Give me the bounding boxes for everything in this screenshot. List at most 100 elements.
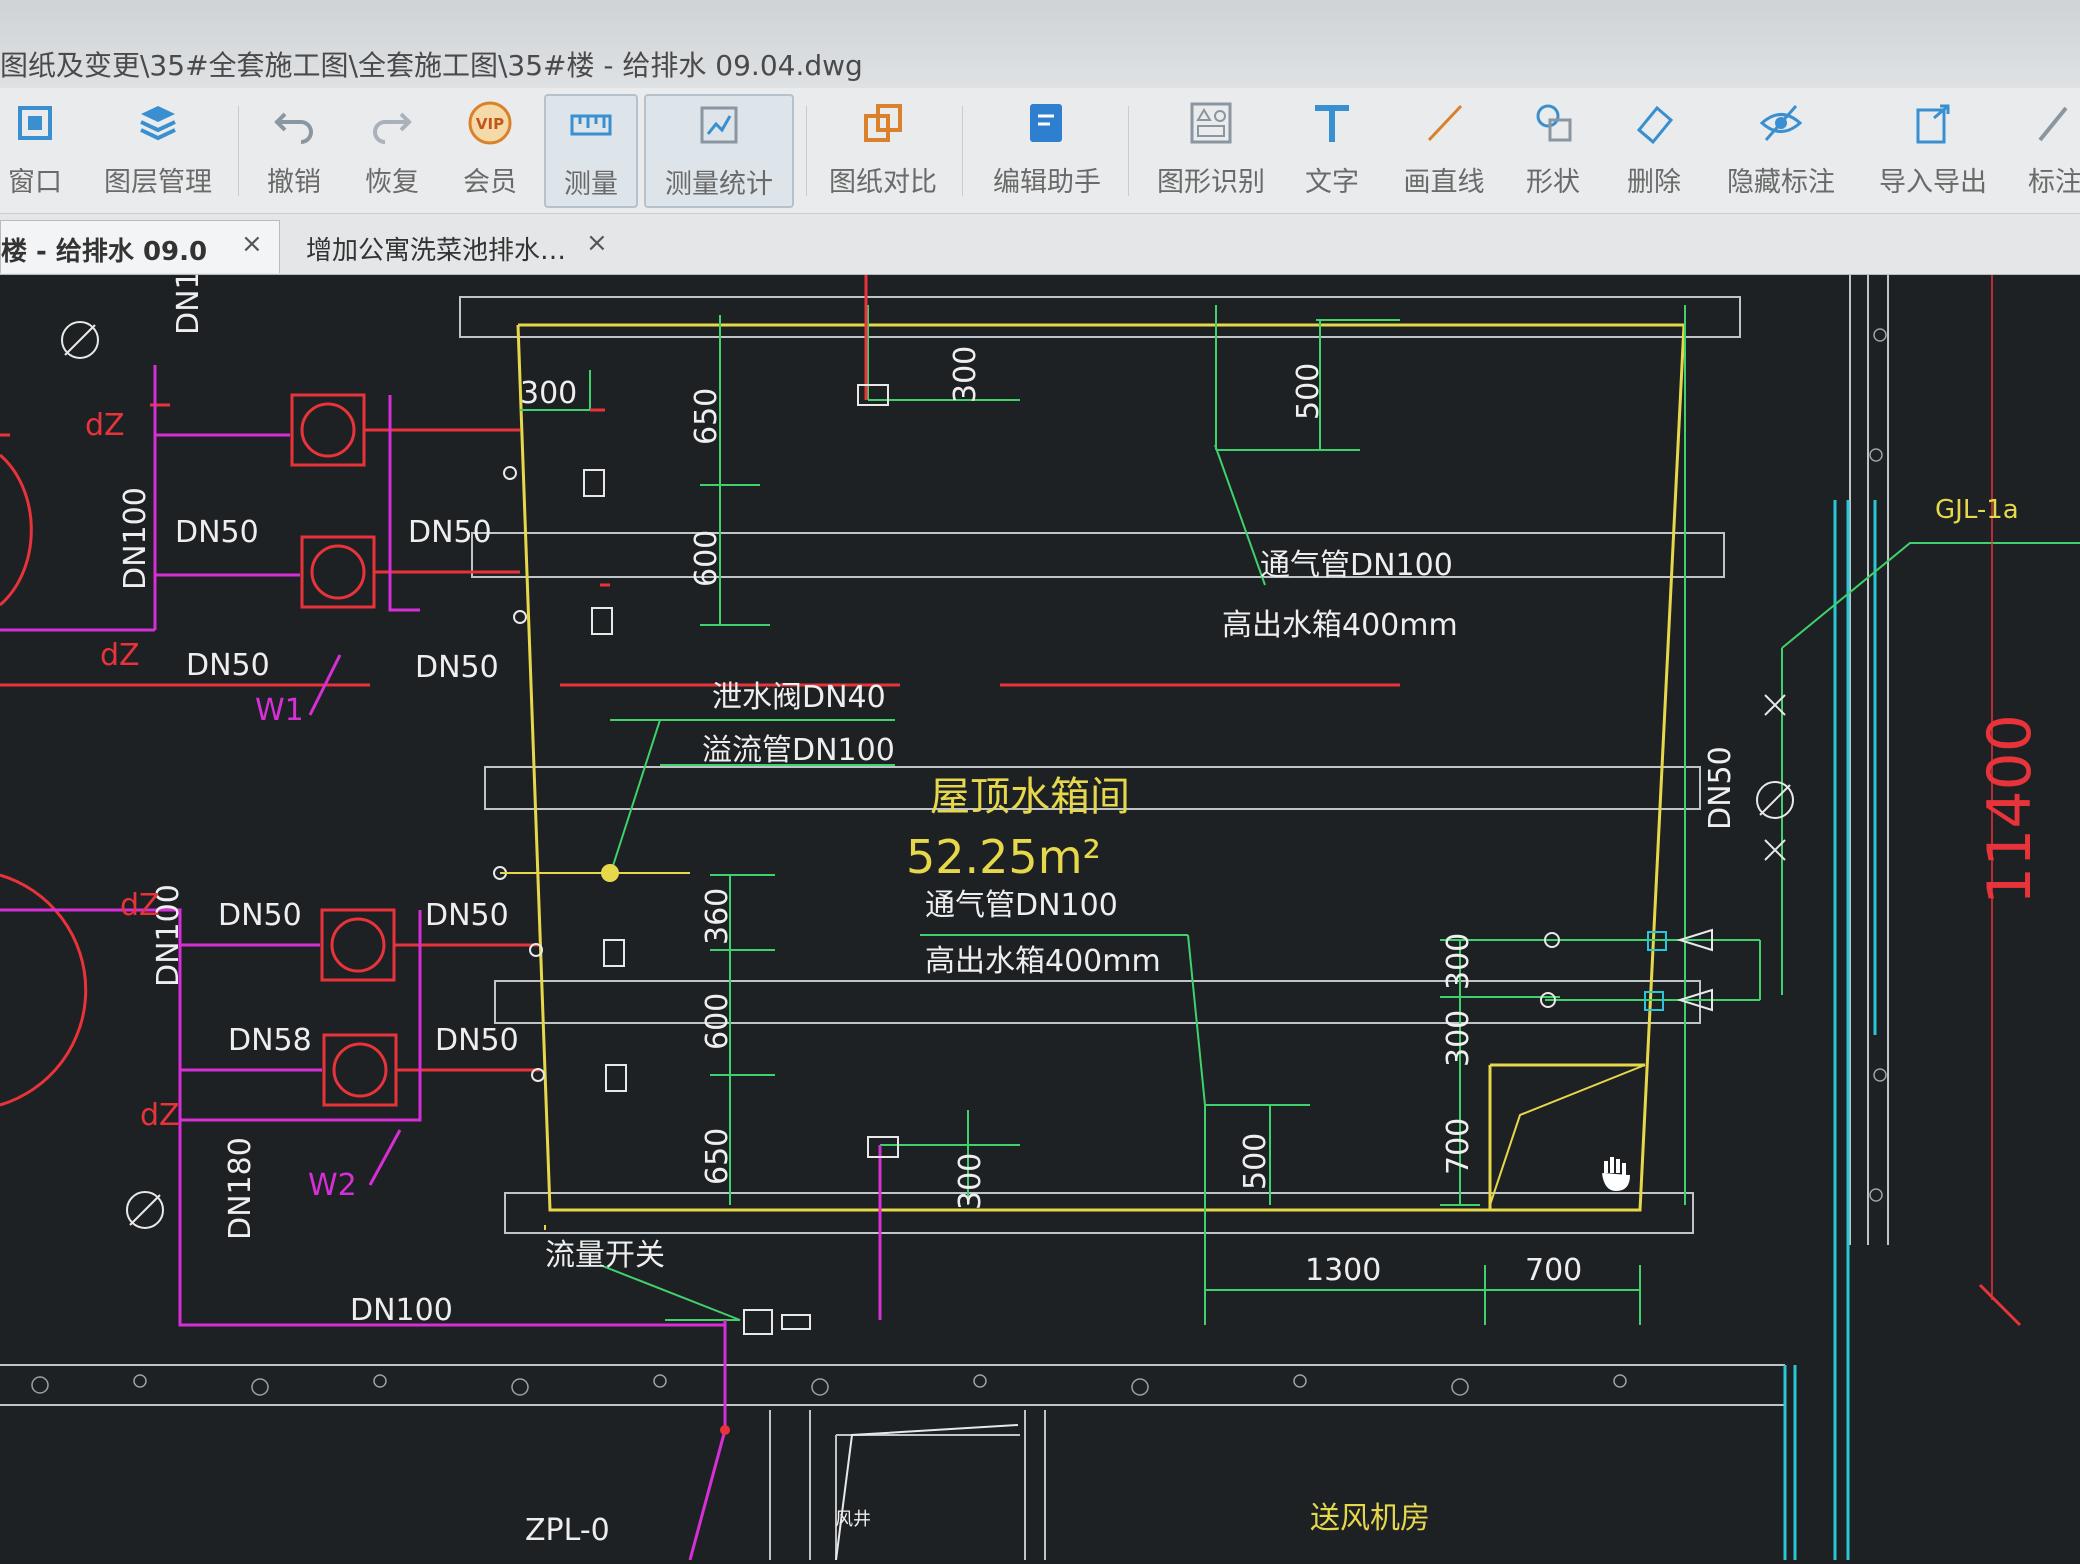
valves-left xyxy=(61,321,899,1335)
svg-text:11400: 11400 xyxy=(1975,714,2045,905)
annotation-icon xyxy=(2038,106,2068,142)
svg-text:650: 650 xyxy=(689,388,724,445)
close-icon[interactable]: × xyxy=(241,229,263,259)
window-icon xyxy=(18,106,52,140)
svg-text:DN50: DN50 xyxy=(408,515,492,550)
svg-text:高出水箱400mm: 高出水箱400mm xyxy=(925,944,1161,979)
svg-text:300: 300 xyxy=(520,376,577,411)
svg-text:风井: 风井 xyxy=(835,1509,871,1530)
window-title-bar: 图纸及变更\35#全套施工图\全套施工图\35#楼 - 给排水 09.04.dw… xyxy=(0,0,2080,88)
import-export-button[interactable]: 导入导出 xyxy=(1868,94,1998,204)
measure-button[interactable]: 测量 xyxy=(544,94,638,208)
cad-drawing: DN50 DN50 DN50 DN50 DN50 DN50 DN58 DN50 … xyxy=(0,270,2080,1561)
svg-text:DN100: DN100 xyxy=(350,1293,453,1328)
tab-drawing-second[interactable]: 增加公寓洗菜池排水… × xyxy=(282,220,622,272)
svg-text:VIP: VIP xyxy=(476,115,504,133)
layer-manager-button[interactable]: 图层管理 xyxy=(88,94,228,204)
svg-text:700: 700 xyxy=(1441,1118,1476,1175)
svg-text:dZ: dZ xyxy=(100,638,140,673)
toolbar-separator xyxy=(806,106,807,196)
svg-text:溢流管DN100: 溢流管DN100 xyxy=(702,733,895,768)
svg-text:300: 300 xyxy=(953,1153,988,1210)
svg-text:300: 300 xyxy=(948,346,983,403)
eraser-icon xyxy=(1636,105,1674,145)
svg-text:DN50: DN50 xyxy=(425,898,509,933)
redo-icon xyxy=(373,112,412,144)
svg-text:360: 360 xyxy=(700,888,735,945)
delete-button[interactable]: 删除 xyxy=(1612,94,1696,204)
drawing-canvas[interactable]: DN50 DN50 DN50 DN50 DN50 DN50 DN58 DN50 … xyxy=(0,270,2080,1561)
svg-text:通气管DN100: 通气管DN100 xyxy=(925,888,1118,923)
svg-text:DN58: DN58 xyxy=(228,1023,312,1058)
svg-text:送风机房: 送风机房 xyxy=(1310,1501,1430,1536)
svg-text:DN50: DN50 xyxy=(186,648,270,683)
tab-drawing-main[interactable]: 楼 - 给排水 09.0 × xyxy=(0,220,280,273)
svg-text:1300: 1300 xyxy=(1305,1253,1381,1288)
toolbar-separator xyxy=(1128,106,1129,196)
shape-icon xyxy=(1536,104,1572,142)
svg-text:DN50: DN50 xyxy=(415,650,499,685)
shape-button[interactable]: 形状 xyxy=(1508,94,1598,204)
valves-right xyxy=(1540,694,1794,1012)
measure-stats-button[interactable]: 测量统计 xyxy=(644,94,794,208)
svg-text:DN180: DN180 xyxy=(223,1137,258,1240)
undo-icon xyxy=(274,112,313,144)
dimension-labels: 300 650 600 300 500 360 600 650 300 500 … xyxy=(520,346,2045,1288)
annotation-button[interactable]: 标注 xyxy=(2018,94,2080,204)
svg-text:300: 300 xyxy=(1441,1010,1476,1067)
svg-text:DN100: DN100 xyxy=(118,487,153,590)
shape-recognition-icon xyxy=(1190,102,1232,144)
toolbar-separator xyxy=(238,106,239,196)
room-area: 52.25m² xyxy=(906,830,1101,884)
svg-text:通气管DN100: 通气管DN100 xyxy=(1260,548,1453,583)
close-icon[interactable]: × xyxy=(586,228,608,258)
text-icon xyxy=(1315,105,1349,142)
svg-text:泄水阀DN40: 泄水阀DN40 xyxy=(712,680,886,715)
svg-text:GJL-1a: GJL-1a xyxy=(1935,495,2019,525)
svg-text:dZ: dZ xyxy=(140,1098,180,1133)
window-button[interactable]: 窗口 xyxy=(0,94,70,204)
svg-text:DN50: DN50 xyxy=(1703,746,1738,830)
ruler-icon xyxy=(570,114,612,136)
svg-text:DN50: DN50 xyxy=(435,1023,519,1058)
svg-text:W1: W1 xyxy=(255,693,304,728)
svg-text:DN1: DN1 xyxy=(171,275,206,335)
svg-text:高出水箱400mm: 高出水箱400mm xyxy=(1222,608,1458,643)
undo-button[interactable]: 撤销 xyxy=(252,94,336,204)
svg-text:600: 600 xyxy=(689,530,724,587)
svg-text:650: 650 xyxy=(700,1128,735,1185)
svg-text:300: 300 xyxy=(1441,933,1476,990)
svg-text:DN50: DN50 xyxy=(175,515,259,550)
svg-text:500: 500 xyxy=(1291,363,1326,420)
svg-text:ZPL-0: ZPL-0 xyxy=(525,1513,610,1548)
text-button[interactable]: 文字 xyxy=(1290,94,1374,204)
shaft-line xyxy=(835,1424,1019,1561)
room-name: 屋顶水箱间 xyxy=(930,774,1130,820)
svg-text:600: 600 xyxy=(700,993,735,1050)
shape-recognition-button[interactable]: 图形识别 xyxy=(1148,94,1274,204)
svg-text:DN50: DN50 xyxy=(218,898,302,933)
svg-text:流量开关: 流量开关 xyxy=(545,1238,665,1273)
layers-icon xyxy=(140,106,176,141)
redo-button[interactable]: 恢复 xyxy=(350,94,434,204)
svg-text:dZ: dZ xyxy=(85,408,125,443)
edit-assistant-button[interactable]: 编辑助手 xyxy=(982,94,1112,204)
vip-icon: VIP xyxy=(468,101,512,145)
svg-text:dZ: dZ xyxy=(120,888,160,923)
svg-text:500: 500 xyxy=(1238,1133,1273,1190)
window-title: 图纸及变更\35#全套施工图\全套施工图\35#楼 - 给排水 09.04.dw… xyxy=(0,49,863,82)
riser-pipes xyxy=(1783,500,1877,1560)
hide-annotation-button[interactable]: 隐藏标注 xyxy=(1716,94,1846,204)
svg-text:W2: W2 xyxy=(308,1168,357,1203)
toolbar-separator xyxy=(962,106,963,196)
document-tab-bar: 楼 - 给排水 09.0 × 增加公寓洗菜池排水… × xyxy=(0,214,2080,275)
draw-line-button[interactable]: 画直线 xyxy=(1394,94,1494,204)
drawing-compare-button[interactable]: 图纸对比 xyxy=(820,94,946,204)
svg-text:700: 700 xyxy=(1525,1253,1582,1288)
measure-stats-icon xyxy=(700,106,738,144)
vip-button[interactable]: VIP 会员 xyxy=(448,94,532,204)
dimension-tick xyxy=(1978,1283,2022,1327)
hide-annotation-icon xyxy=(1759,105,1803,141)
edit-assistant-icon xyxy=(1030,104,1062,142)
import-export-icon xyxy=(1916,104,1950,144)
